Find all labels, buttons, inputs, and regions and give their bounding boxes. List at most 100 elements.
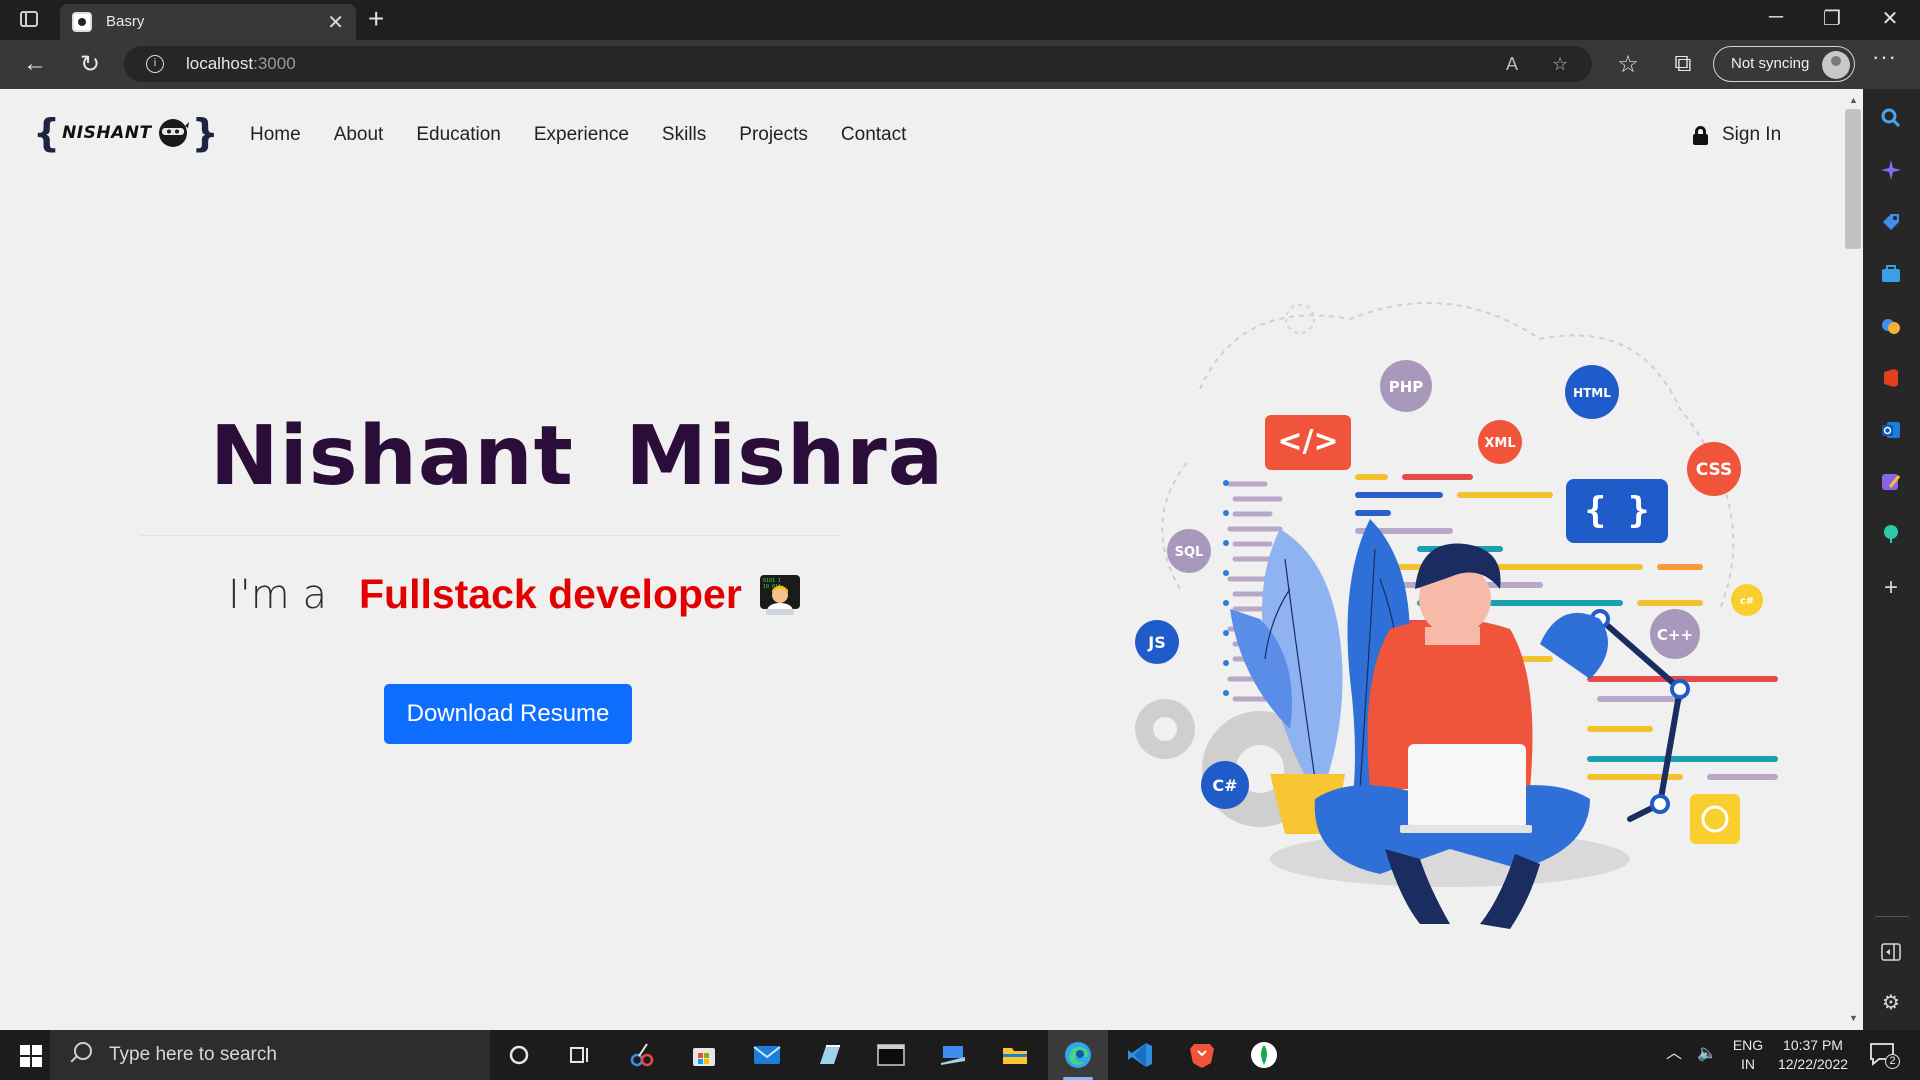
badge-css: CSS [1696, 460, 1733, 480]
notification-count-badge: 2 [1885, 1054, 1900, 1069]
more-options-icon[interactable]: ··· [1872, 44, 1897, 70]
region-code: IN [1741, 1056, 1755, 1072]
show-hidden-icons-icon[interactable]: ︿ [1666, 1044, 1682, 1063]
browser-toolbar: ← ↻ i localhost:3000 A ☆ ☆ ⧉ Not syncing… [0, 40, 1920, 89]
logo-brace-close: } [191, 111, 219, 155]
back-icon[interactable]: ← [20, 50, 50, 78]
language-code: ENG [1732, 1037, 1764, 1053]
ninja-icon [158, 119, 189, 147]
lock-icon [1693, 125, 1708, 145]
tab-actions-icon[interactable] [20, 11, 38, 27]
search-icon[interactable] [1878, 105, 1904, 131]
task-view-icon[interactable] [564, 1039, 596, 1071]
badge-html: HTML [1573, 386, 1611, 400]
address-bar[interactable]: i localhost:3000 A ☆ [124, 46, 1592, 82]
discover-icon[interactable] [1878, 157, 1904, 183]
brave-icon[interactable] [1186, 1039, 1218, 1071]
search-placeholder: Type here to search [109, 1044, 277, 1065]
snipping-tool-icon[interactable] [626, 1039, 658, 1071]
page-scrollbar[interactable]: ▲ ▼ [1843, 89, 1863, 1030]
code-tag-text: </> [1277, 424, 1338, 459]
vscode-icon[interactable] [1124, 1039, 1156, 1071]
favorites-icon[interactable]: ☆ [1613, 50, 1643, 79]
nav-education[interactable]: Education [416, 124, 501, 146]
browser-tab[interactable]: Basry ✕ [60, 4, 356, 40]
edge-sidebar: + ⚙ [1863, 89, 1920, 1030]
clock-date: 12/22/2022 [1777, 1056, 1849, 1072]
add-favorite-icon[interactable]: ☆ [1552, 54, 1568, 75]
avatar [1822, 51, 1850, 79]
mail-icon[interactable] [751, 1039, 783, 1071]
scroll-down-icon[interactable]: ▼ [1849, 1013, 1858, 1023]
games-icon[interactable] [1878, 313, 1904, 339]
edge-icon[interactable] [1062, 1039, 1094, 1071]
file-explorer-icon[interactable] [999, 1039, 1031, 1071]
badge-php: PHP [1389, 378, 1424, 396]
profile-sync-button[interactable]: Not syncing [1713, 46, 1855, 82]
nav-home[interactable]: Home [250, 124, 301, 146]
hide-sidebar-icon[interactable] [1878, 939, 1904, 965]
badge-xml: XML [1484, 436, 1515, 451]
hero-prefix: I'm a [228, 571, 327, 618]
search-glass-icon [74, 1042, 92, 1060]
logo-brace-open: { [33, 111, 61, 155]
hero-role: Fullstack developer [358, 571, 742, 617]
tools-icon[interactable] [1878, 261, 1904, 287]
volume-icon[interactable]: 🔈 [1697, 1044, 1717, 1063]
office-icon[interactable] [1878, 365, 1904, 391]
scroll-up-icon[interactable]: ▲ [1849, 95, 1858, 105]
site-info-icon[interactable]: i [146, 55, 164, 73]
tree-icon[interactable] [1878, 521, 1904, 547]
add-icon[interactable]: + [1878, 574, 1904, 601]
close-window-icon[interactable]: ✕ [1870, 6, 1910, 31]
designer-icon[interactable] [1878, 469, 1904, 495]
nav-about[interactable]: About [334, 124, 384, 146]
new-tab-icon[interactable]: + [368, 3, 384, 35]
shopping-icon[interactable] [1878, 209, 1904, 235]
taskbar-search[interactable]: Type here to search [50, 1030, 490, 1080]
outlook-icon[interactable] [1878, 417, 1904, 443]
nav-skills[interactable]: Skills [662, 124, 706, 146]
url-text[interactable]: localhost:3000 [186, 54, 296, 74]
hero-name: Nishant Mishra [210, 409, 945, 504]
badge-sql: SQL [1175, 545, 1204, 560]
microsoft-store-icon[interactable] [688, 1039, 720, 1071]
cortana-icon[interactable] [503, 1039, 535, 1071]
read-aloud-icon[interactable]: A [1506, 54, 1518, 75]
notepad-app-icon[interactable] [813, 1039, 845, 1071]
settings-icon[interactable]: ⚙ [1878, 989, 1904, 1015]
hero-subtitle: I'm a Fullstack developer 0101 1 10 011 [228, 571, 802, 618]
close-tab-icon[interactable]: ✕ [327, 10, 344, 35]
technologist-emoji-icon: 0101 110 011 [759, 574, 800, 615]
language-indicator[interactable]: ENG IN [1730, 1036, 1766, 1074]
nav-projects[interactable]: Projects [739, 124, 808, 146]
title-bar: Basry ✕ + ─ ❐ ✕ [0, 0, 1920, 40]
developer-illustration: </> { } PHP HTML XML CSS SQL JS C++ C# c… [1135, 302, 1778, 929]
web-page: { NISHANT } Home About Education Experie… [0, 89, 1843, 1030]
taskbar: Type here to search ︿ 🔈 ENG IN 10:37 PM … [0, 1030, 1920, 1080]
terminal-icon[interactable] [875, 1039, 907, 1071]
divider [140, 535, 840, 536]
windows-start-icon[interactable] [20, 1045, 42, 1067]
badge-csharp-small: c# [1740, 596, 1754, 607]
refresh-icon[interactable]: ↻ [75, 50, 105, 79]
collections-icon[interactable]: ⧉ [1668, 50, 1698, 78]
mongodb-compass-icon[interactable] [1248, 1039, 1280, 1071]
nav-experience[interactable]: Experience [534, 124, 629, 146]
download-resume-button[interactable]: Download Resume [384, 684, 632, 744]
badge-csharp: C# [1212, 776, 1237, 795]
braces-text: { } [1584, 490, 1649, 531]
sign-in-label: Sign In [1722, 124, 1782, 145]
site-logo[interactable]: { NISHANT } [33, 111, 219, 155]
restore-icon[interactable]: ❐ [1812, 6, 1852, 31]
sidebar-divider [1875, 916, 1909, 917]
badge-js: JS [1147, 633, 1165, 652]
notification-center-icon[interactable]: 2 [1866, 1042, 1900, 1070]
clock[interactable]: 10:37 PM 12/22/2022 [1770, 1036, 1856, 1074]
nav-contact[interactable]: Contact [841, 124, 906, 146]
sign-in-link[interactable]: Sign In [1693, 124, 1781, 146]
scroll-thumb[interactable] [1845, 109, 1861, 249]
remote-desktop-icon[interactable] [937, 1039, 969, 1071]
site-nav: Home About Education Experience Skills P… [250, 124, 939, 146]
minimize-icon[interactable]: ─ [1756, 6, 1796, 29]
